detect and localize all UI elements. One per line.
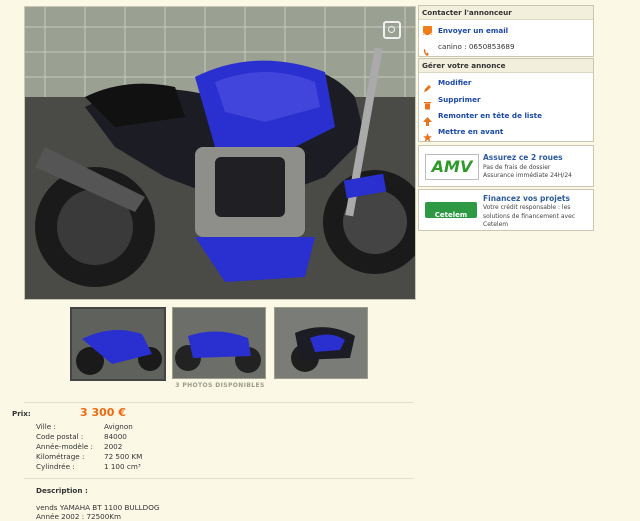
detail-value: 72 500 KM — [104, 452, 143, 461]
phone-item: canino : 0650853689 — [423, 40, 515, 56]
detail-value: 1 100 cm³ — [104, 462, 141, 471]
description-title: Description : — [36, 486, 88, 495]
manage-item-mettre-en-avant[interactable]: Mettre en avant — [423, 125, 503, 142]
pencil-icon — [423, 78, 432, 92]
motorcycle-photo — [25, 7, 415, 299]
email-item[interactable]: Envoyer un email — [422, 24, 508, 38]
amv-logo: AMV — [425, 154, 479, 180]
manage-title: Gérer votre annonce — [419, 59, 593, 73]
thumbnail-3[interactable] — [274, 307, 368, 379]
description-line: Année 2002 : 72500Km — [36, 512, 122, 521]
detail-label: Cylindrée : — [36, 462, 75, 471]
detail-value: Avignon — [104, 422, 133, 431]
photos-count-label: 3 PHOTOS DISPONIBLES — [175, 382, 265, 389]
star-icon — [423, 127, 432, 142]
detail-label: Ville : — [36, 422, 56, 431]
highlight-link[interactable]: Mettre en avant — [438, 127, 503, 136]
cetelem-promo[interactable]: Cetelem Financez vos projets Votre crédi… — [418, 189, 594, 231]
cetelem-title: Financez vos projets — [483, 194, 570, 203]
amv-title: Assurez ce 2 roues — [483, 153, 563, 162]
manage-item-supprimer[interactable]: Supprimer — [423, 93, 481, 109]
delete-link[interactable]: Supprimer — [438, 95, 481, 104]
amv-line2: Assurance immédiate 24H/24 — [483, 172, 572, 179]
price-label: Prix: — [12, 409, 31, 418]
detail-value: 2002 — [104, 442, 123, 451]
thumbnail-1[interactable] — [70, 307, 166, 381]
cetelem-text: Votre crédit responsable : les solutions… — [483, 204, 576, 228]
manage-item-remonter[interactable]: Remonter en tête de liste — [423, 109, 542, 126]
contact-box: Contacter l'annonceur Envoyer un email c… — [418, 5, 594, 57]
phone-icon — [423, 42, 432, 56]
manage-item-modifier[interactable]: Modifier — [423, 76, 471, 92]
modify-link[interactable]: Modifier — [438, 78, 471, 87]
description-line: vends YAMAHA BT 1100 BULLDOG — [36, 503, 160, 512]
divider — [24, 478, 414, 479]
bump-link[interactable]: Remonter en tête de liste — [438, 111, 542, 120]
phone-label: canino : 0650853689 — [438, 41, 515, 51]
arrow-up-icon — [423, 111, 432, 126]
contact-title: Contacter l'annonceur — [419, 6, 593, 20]
thumbnail-strip — [70, 307, 370, 381]
cetelem-logo: Cetelem — [425, 202, 477, 219]
detail-value: 84000 — [104, 432, 127, 441]
email-link[interactable]: Envoyer un email — [438, 26, 508, 35]
detail-label: Kilométrage : — [36, 452, 85, 461]
amv-promo[interactable]: AMV Assurez ce 2 roues Pas de frais de d… — [418, 145, 594, 187]
trash-icon — [423, 95, 432, 109]
detail-label: Année-modèle : — [36, 442, 93, 451]
main-photo[interactable] — [24, 6, 416, 300]
detail-label: Code postal : — [36, 432, 84, 441]
zoom-icon[interactable] — [383, 21, 401, 39]
price-value: 3 300 € — [80, 406, 126, 419]
manage-box: Gérer votre annonce Modifier Supprimer R… — [418, 58, 594, 142]
envelope-icon — [422, 25, 433, 38]
thumbnail-2[interactable] — [172, 307, 266, 379]
